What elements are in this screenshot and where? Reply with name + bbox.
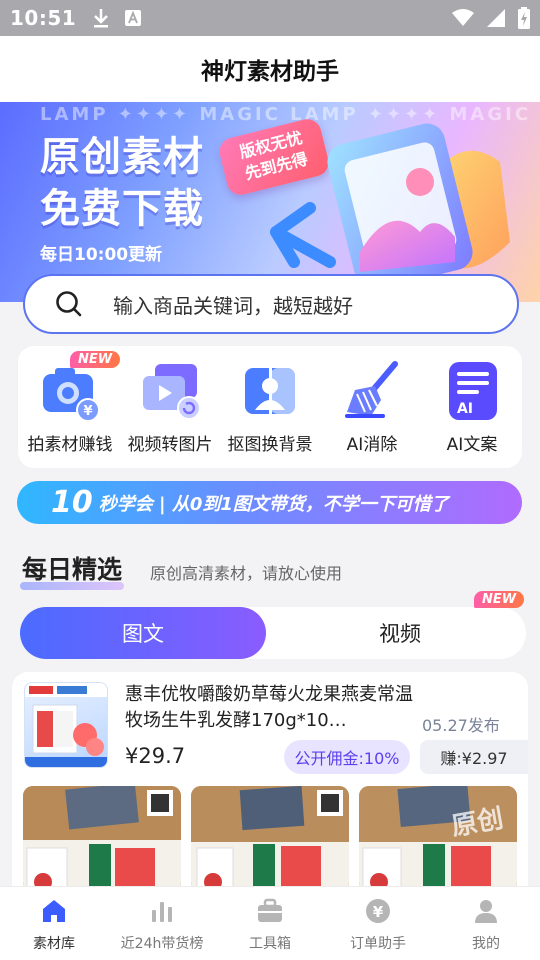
publish-date: 05.27发布 <box>422 716 500 735</box>
status-time: 10:51 <box>10 6 77 30</box>
earn-badge: 赚:¥2.97 <box>420 740 528 774</box>
tab-video[interactable]: 视频 <box>300 607 500 659</box>
promo-text: 秒学会 | 从0到1图文带货，不学一下可惜了 <box>98 493 449 515</box>
product-title[interactable]: 惠丰优牧嚼酸奶草莓火龙果燕麦常温牧场生牛乳发酵170g*10… <box>125 682 415 734</box>
tool-video-to-image[interactable]: 视频转图片 <box>118 360 222 455</box>
tool-cutout-background[interactable]: 抠图换背景 <box>218 360 322 455</box>
svg-text:¥: ¥ <box>83 404 92 419</box>
video-new-badge: NEW <box>474 591 525 608</box>
promo-number: 10 <box>51 485 93 520</box>
tab-profile[interactable]: 我的 <box>432 893 540 953</box>
tool-ai-erase[interactable]: AI消除 <box>320 360 424 455</box>
status-bar: 10:51 <box>0 0 540 36</box>
tab-image-text[interactable]: 图文 <box>20 607 266 659</box>
tab-label: 订单助手 <box>350 936 406 952</box>
battery-icon <box>518 7 530 29</box>
tab-material-library[interactable]: 素材库 <box>0 893 108 953</box>
wifi-icon <box>452 9 474 26</box>
material-image[interactable] <box>23 786 181 892</box>
tool-ai-copywriting[interactable]: AI AI文案 <box>420 360 524 455</box>
commission-badge: 公开佣金:10% <box>284 740 410 774</box>
toolbox-icon <box>258 898 282 922</box>
yogurt-photo-image-icon <box>23 786 181 892</box>
material-image[interactable] <box>191 786 349 892</box>
video-image-icon <box>143 364 201 420</box>
tab-order-assistant[interactable]: ¥ 订单助手 <box>324 893 432 953</box>
section-title: 每日精选 <box>20 550 125 590</box>
product-price: ¥29.7 <box>125 744 186 768</box>
search-bar[interactable]: 输入商品关键词，越短越好 <box>23 274 519 334</box>
tab-label: 我的 <box>472 936 500 952</box>
svg-text:¥: ¥ <box>373 903 384 921</box>
svg-text:AI: AI <box>457 401 473 417</box>
product-thumbnail[interactable] <box>24 682 108 768</box>
section-title-text: 每日精选 <box>22 555 123 584</box>
ai-document-icon: AI <box>449 362 497 420</box>
tool-label: 拍素材赚钱 <box>27 435 113 455</box>
signal-icon <box>487 9 505 27</box>
material-image[interactable]: 原创 <box>359 786 517 892</box>
banner-headline-1: 原创素材 <box>40 134 204 180</box>
tab-label: 素材库 <box>33 936 75 952</box>
content-type-segment: 图文 视频 NEW <box>20 591 526 659</box>
bar-chart-icon <box>152 902 172 922</box>
banner-subtext: 每日10:00更新 <box>40 245 163 265</box>
bottom-tab-bar: 素材库 近24h带货榜 工具箱 ¥ 订单助手 我的 <box>0 886 540 960</box>
tool-label: 视频转图片 <box>127 435 213 455</box>
title-bar: 神灯素材助手 <box>0 36 540 102</box>
section-subtitle: 原创高清素材，请放心使用 <box>150 564 343 583</box>
product-box-image-icon <box>25 683 107 767</box>
tool-new-badge: NEW <box>70 351 121 368</box>
tab-label: 工具箱 <box>249 936 291 952</box>
tool-shoot-earn[interactable]: ¥ 拍素材赚钱 <box>18 360 122 455</box>
tab-24h-ranking[interactable]: 近24h带货榜 <box>108 893 216 953</box>
user-icon <box>475 900 497 923</box>
download-icon <box>94 9 109 28</box>
tool-grid: ¥ 拍素材赚钱 NEW 视频转图片 抠图换背景 AI消除 AI AI文案 <box>18 346 522 468</box>
search-input[interactable]: 输入商品关键词，越短越好 <box>113 290 353 319</box>
promo-banner[interactable]: LAMP ✦✦✦✦ MAGIC LAMP ✦✦✦✦ MAGIC LAMP 原创素… <box>0 102 540 302</box>
keyboard-a-icon <box>125 10 142 26</box>
banner-image-art-icon <box>270 123 510 291</box>
yuan-coin-icon: ¥ <box>366 899 390 923</box>
page-title: 神灯素材助手 <box>201 59 339 85</box>
banner-headline-2: 免费下载 <box>40 186 204 232</box>
home-icon <box>43 900 65 922</box>
camera-coin-icon: ¥ <box>43 368 100 422</box>
cutout-icon <box>245 364 295 418</box>
tool-label: 抠图换背景 <box>227 435 313 455</box>
tutorial-promo-strip[interactable]: 10 秒学会 | 从0到1图文带货，不学一下可惜了 <box>17 481 522 524</box>
broom-icon <box>345 361 398 418</box>
search-icon <box>56 291 82 317</box>
tool-label: AI文案 <box>446 435 498 455</box>
tool-label: AI消除 <box>346 435 398 455</box>
tab-label: 近24h带货榜 <box>120 936 204 952</box>
yogurt-photo-image-icon <box>191 786 349 892</box>
tab-toolbox[interactable]: 工具箱 <box>216 893 324 953</box>
